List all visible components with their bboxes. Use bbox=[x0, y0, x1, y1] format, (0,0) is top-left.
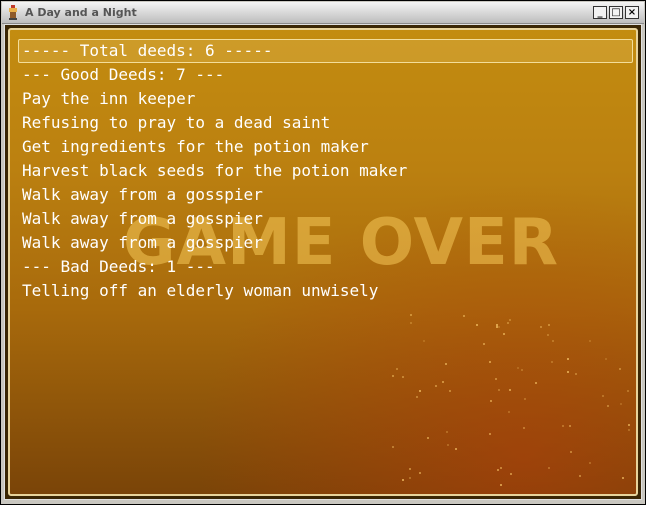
window-title: A Day and a Night bbox=[25, 6, 137, 19]
sparkle-particle bbox=[509, 473, 512, 476]
sparkle-particle bbox=[435, 385, 438, 388]
sparkle-particle bbox=[589, 461, 592, 464]
sparkle-particle bbox=[627, 424, 630, 427]
sparkle-particle bbox=[408, 468, 411, 471]
sparkle-particle bbox=[524, 397, 527, 400]
sparkle-particle bbox=[483, 343, 486, 346]
sparkle-particle bbox=[570, 450, 573, 453]
sparkle-particle bbox=[448, 389, 451, 392]
sparkle-particle bbox=[605, 357, 608, 360]
summary-line: --- Good Deeds: 7 --- bbox=[22, 65, 225, 84]
summary-line: Harvest black seeds for the potion maker bbox=[22, 161, 408, 180]
sparkle-particle bbox=[508, 388, 511, 391]
sparkle-particle bbox=[498, 389, 501, 392]
sparkle-particle bbox=[516, 366, 519, 369]
close-button[interactable]: × bbox=[625, 6, 639, 19]
sparkle-particle bbox=[602, 394, 605, 397]
sparkle-particle bbox=[422, 339, 425, 342]
title-bar[interactable]: A Day and a Night _ □ × bbox=[2, 2, 644, 24]
sparkle-particle bbox=[507, 410, 510, 413]
sparkle-particle bbox=[547, 323, 550, 326]
sparkle-particle bbox=[496, 468, 499, 471]
deeds-summary-list: ----- Total deeds: 6 ----- --- Good Deeds… bbox=[22, 39, 407, 303]
sparkle-particle bbox=[523, 427, 526, 430]
summary-line: Walk away from a gosspier bbox=[22, 185, 263, 204]
sparkle-particle bbox=[507, 321, 510, 324]
sparkle-particle bbox=[521, 369, 524, 372]
sparkle-particle bbox=[441, 380, 444, 383]
sparkle-particle bbox=[446, 443, 449, 446]
sparkle-particle bbox=[402, 376, 405, 379]
sparkle-particle bbox=[418, 389, 421, 392]
sparkle-particle bbox=[402, 479, 405, 482]
sparkle-particle bbox=[495, 323, 498, 326]
sparkle-particle bbox=[534, 382, 537, 385]
game-frame: GAME OVER ----- Total deeds: 6 ----- --- … bbox=[4, 24, 642, 500]
sparkle-particle bbox=[500, 484, 503, 487]
sparkle-particle bbox=[462, 315, 465, 318]
sparkle-particle bbox=[607, 405, 610, 408]
sparkle-particle bbox=[569, 425, 572, 428]
sparkle-particle bbox=[578, 474, 581, 477]
sparkle-particle bbox=[409, 313, 412, 316]
sparkle-particle bbox=[416, 396, 419, 399]
summary-line: Pay the inn keeper bbox=[22, 89, 196, 108]
sparkle-particle bbox=[409, 476, 412, 479]
sparkle-particle bbox=[626, 390, 629, 393]
sparkle-particle bbox=[619, 368, 622, 371]
summary-line: Get ingredients for the potion maker bbox=[22, 137, 369, 156]
app-icon bbox=[9, 5, 17, 20]
sparkle-particle bbox=[498, 326, 501, 329]
sparkle-particle bbox=[548, 466, 551, 469]
maximize-button[interactable]: □ bbox=[609, 6, 623, 19]
sparkle-particle bbox=[495, 377, 498, 380]
sparkle-particle bbox=[575, 373, 578, 376]
summary-line: --- Bad Deeds: 1 --- bbox=[22, 257, 215, 276]
summary-line: Refusing to pray to a dead saint bbox=[22, 113, 331, 132]
sparkle-particle bbox=[539, 325, 542, 328]
sparkle-particle bbox=[489, 399, 492, 402]
sparkle-particle bbox=[446, 430, 449, 433]
summary-line: Telling off an elderly woman unwisely bbox=[22, 281, 379, 300]
sparkle-particle bbox=[409, 322, 412, 325]
summary-line[interactable]: ----- Total deeds: 6 ----- bbox=[22, 39, 407, 63]
sparkle-particle bbox=[392, 446, 395, 449]
summary-line: Walk away from a gosspier bbox=[22, 209, 263, 228]
sparkle-particle bbox=[508, 319, 511, 322]
sparkle-particle bbox=[627, 428, 630, 431]
sparkle-particle bbox=[502, 332, 505, 335]
sparkle-particle bbox=[488, 361, 491, 364]
sparkle-particle bbox=[395, 368, 398, 371]
sparkle-particle bbox=[418, 471, 421, 474]
sparkle-particle bbox=[566, 358, 569, 360]
summary-line: Walk away from a gosspier bbox=[22, 233, 263, 252]
sparkle-particle bbox=[495, 326, 498, 329]
sparkle-particle bbox=[620, 402, 623, 405]
sparkle-particle bbox=[391, 374, 394, 377]
sparkle-particle bbox=[562, 425, 565, 428]
sparkle-particle bbox=[551, 360, 554, 363]
game-canvas: GAME OVER ----- Total deeds: 6 ----- --- … bbox=[8, 28, 638, 496]
sparkle-particle bbox=[499, 467, 502, 470]
sparkle-particle bbox=[476, 323, 479, 326]
game-window: A Day and a Night _ □ × GAME OVER ----- … bbox=[0, 0, 646, 505]
sparkle-particle bbox=[567, 370, 570, 373]
sparkle-particle bbox=[427, 437, 430, 440]
sparkle-particle bbox=[622, 476, 625, 479]
minimize-button[interactable]: _ bbox=[593, 6, 607, 19]
sparkle-particle bbox=[488, 432, 491, 435]
sparkle-particle bbox=[552, 340, 555, 343]
sparkle-particle bbox=[589, 340, 592, 343]
sparkle-particle bbox=[546, 334, 549, 337]
sparkle-particle bbox=[454, 447, 457, 450]
sparkle-particle bbox=[445, 363, 448, 366]
